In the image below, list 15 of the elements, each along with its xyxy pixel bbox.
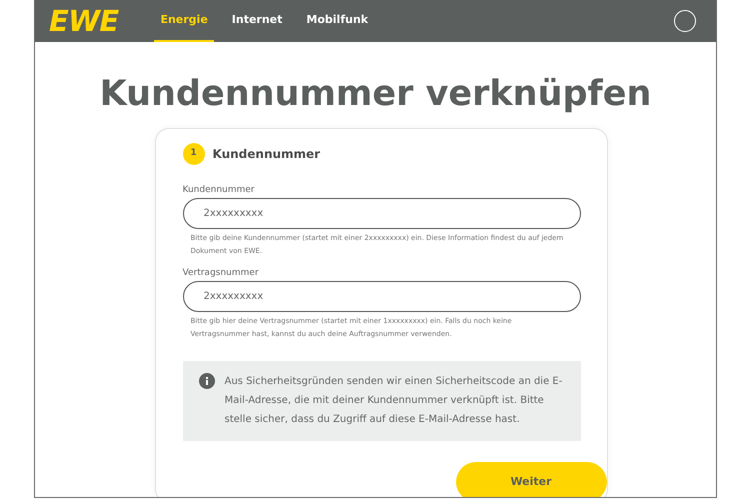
continue-button[interactable]: Weiter [456, 462, 606, 497]
field-label: Kundennummer [182, 184, 256, 197]
input-field[interactable]: 2xxxxxxxxx [182, 281, 580, 312]
step-title: Kundennummer [212, 146, 320, 163]
info-text: Aus Sicherheitsgründen senden wir einen Sicherheitscode an die E-Mail-Adresse, die mit deiner Kundennummer verknüpft ist. Bitte stelle sicher, dass du Zugriff auf diese E-Mail-Adresse hast. [224, 375, 564, 427]
step-number-badge: 1 [182, 143, 204, 165]
nav-tab[interactable]: Internet [226, 0, 288, 42]
input-field[interactable]: 2xxxxxxxxx [182, 198, 580, 229]
nav-tab[interactable]: Energie [154, 0, 214, 42]
logo[interactable]: EWE [49, 6, 118, 36]
info-icon [198, 373, 214, 389]
field-label: Vertragsnummer [182, 267, 260, 280]
profile-icon[interactable] [674, 10, 696, 32]
nav-tab[interactable]: Mobilfunk [300, 0, 374, 42]
page-title: Kundennummer verknüpfen [100, 77, 652, 112]
